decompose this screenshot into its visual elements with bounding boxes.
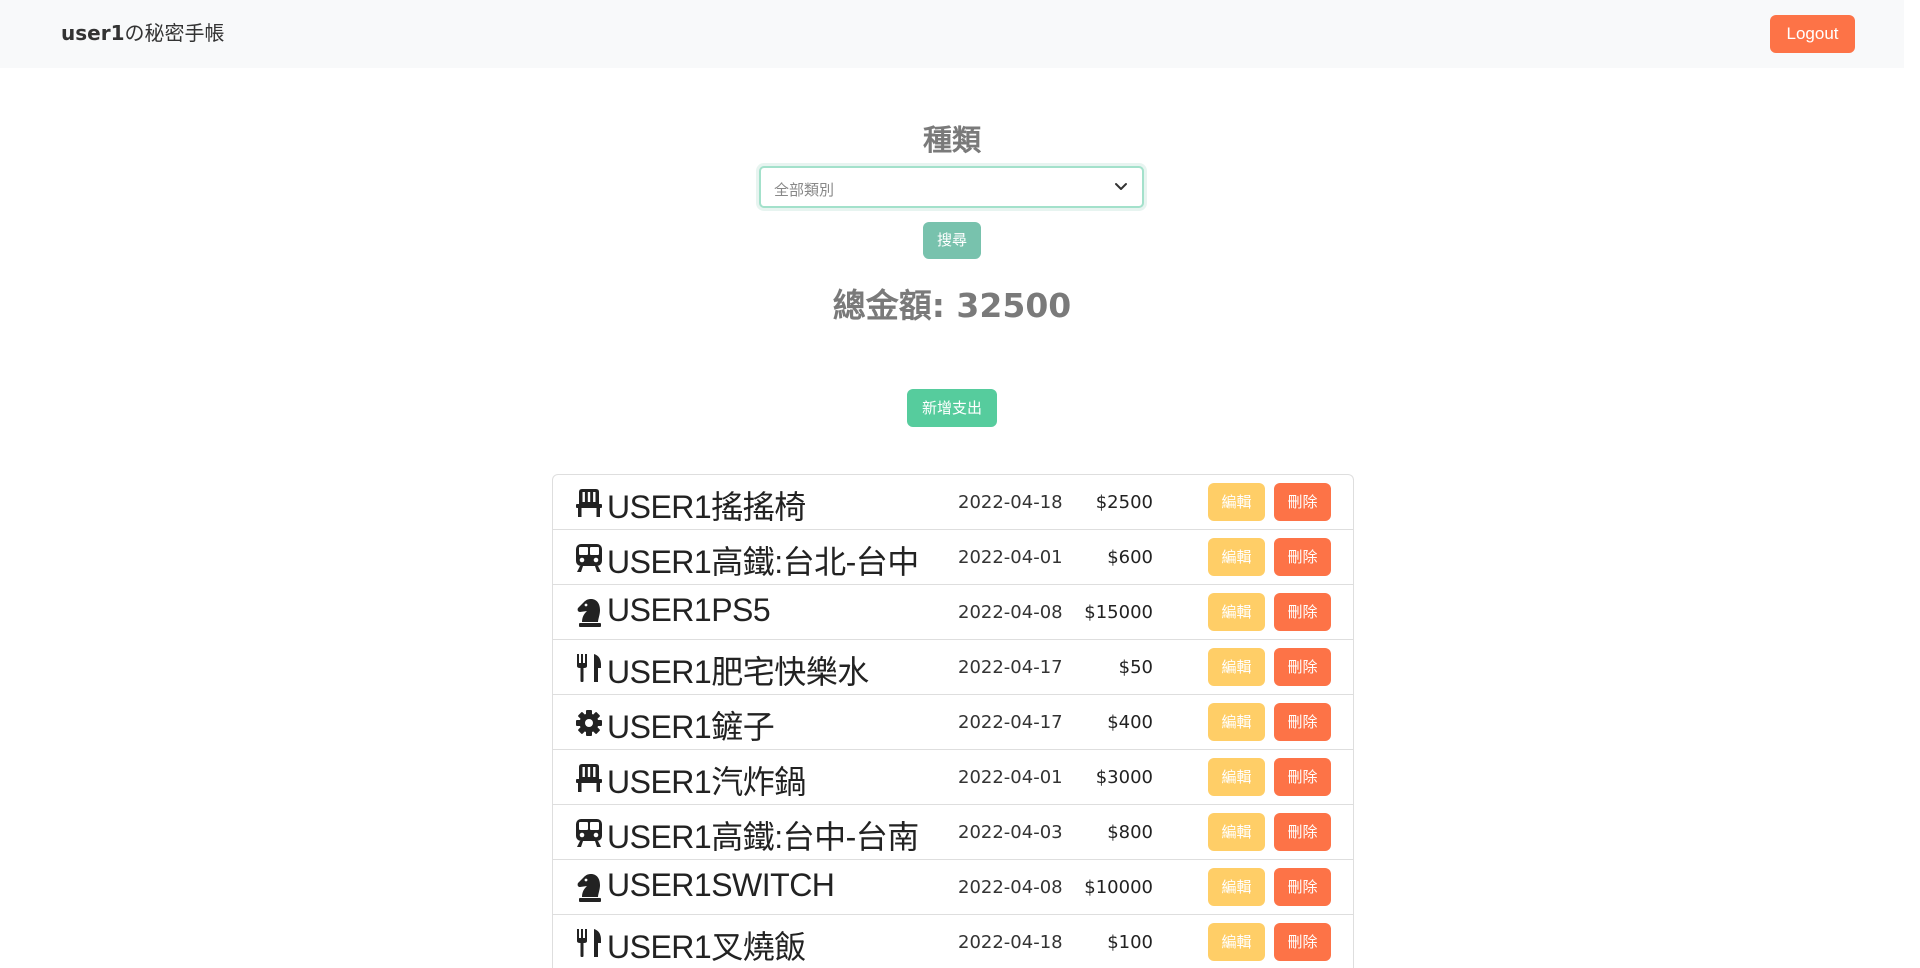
delete-button[interactable]: 刪除 xyxy=(1274,813,1331,851)
expense-date: 2022-04-18 xyxy=(958,492,1063,513)
expense-amount: $3000 xyxy=(1095,767,1153,788)
expense-date: 2022-04-18 xyxy=(958,932,1063,953)
edit-button[interactable]: 編輯 xyxy=(1208,813,1265,851)
add-expense-button[interactable]: 新增支出 xyxy=(907,389,997,427)
expense-row: USER1高鐵:台北-台中 2022-04-01 $600 編輯 刪除 xyxy=(553,530,1353,585)
expense-date: 2022-04-01 xyxy=(958,767,1063,788)
expense-list: USER1搖搖椅 2022-04-18 $2500 編輯 刪除 USER1高鐵:台北-台… xyxy=(552,474,1354,968)
utensils-icon xyxy=(575,928,603,958)
expense-date: 2022-04-17 xyxy=(958,712,1063,733)
total-amount: 總金額: 32500 xyxy=(832,286,1072,325)
category-select[interactable]: 全部類別 xyxy=(759,166,1144,208)
delete-button[interactable]: 刪除 xyxy=(1274,648,1331,686)
page: user1の秘密手帳 Logout 種類 全部類別 搜尋 總金額: 32500 … xyxy=(0,0,1904,968)
expense-amount: $100 xyxy=(1107,932,1153,953)
expense-name: USER1汽炸鍋 xyxy=(607,764,806,800)
edit-button[interactable]: 編輯 xyxy=(1208,868,1265,906)
expense-date: 2022-04-01 xyxy=(958,547,1063,568)
chevron-down-icon xyxy=(1115,183,1127,190)
expense-amount: $400 xyxy=(1107,712,1153,733)
edit-button[interactable]: 編輯 xyxy=(1208,593,1265,631)
expense-date: 2022-04-08 xyxy=(958,602,1063,623)
expense-row: USER1高鐵:台中-台南 2022-04-03 $800 編輯 刪除 xyxy=(553,805,1353,860)
edit-button[interactable]: 編輯 xyxy=(1208,648,1265,686)
chess-knight-icon xyxy=(575,873,603,903)
expense-date: 2022-04-03 xyxy=(958,822,1063,843)
edit-button[interactable]: 編輯 xyxy=(1208,703,1265,741)
expense-amount: $10000 xyxy=(1084,877,1153,898)
train-icon xyxy=(575,818,603,848)
delete-button[interactable]: 刪除 xyxy=(1274,758,1331,796)
brand[interactable]: user1の秘密手帳 xyxy=(61,17,225,46)
search-button[interactable]: 搜尋 xyxy=(923,222,981,259)
delete-button[interactable]: 刪除 xyxy=(1274,593,1331,631)
expense-amount: $2500 xyxy=(1095,492,1153,513)
expense-name: USER1鏟子 xyxy=(607,709,775,745)
navbar: user1の秘密手帳 Logout xyxy=(0,0,1904,68)
expense-row: USER1PS5 2022-04-08 $15000 編輯 刪除 xyxy=(553,585,1353,640)
brand-user: user1 xyxy=(61,21,125,45)
utensils-icon xyxy=(575,653,603,683)
logout-button[interactable]: Logout xyxy=(1770,15,1855,53)
expense-name: USER1高鐵:台中-台南 xyxy=(607,819,919,855)
expense-amount: $800 xyxy=(1107,822,1153,843)
expense-amount: $15000 xyxy=(1084,602,1153,623)
chair-icon xyxy=(575,763,603,793)
edit-button[interactable]: 編輯 xyxy=(1208,483,1265,521)
gear-icon xyxy=(575,708,603,738)
expense-row: USER1叉燒飯 2022-04-18 $100 編輯 刪除 xyxy=(553,915,1353,968)
edit-button[interactable]: 編輯 xyxy=(1208,923,1265,961)
expense-date: 2022-04-17 xyxy=(958,657,1063,678)
category-title: 種類 xyxy=(922,123,981,157)
expense-row: USER1汽炸鍋 2022-04-01 $3000 編輯 刪除 xyxy=(553,750,1353,805)
edit-button[interactable]: 編輯 xyxy=(1208,758,1265,796)
chair-icon xyxy=(575,488,603,518)
brand-suffix: の秘密手帳 xyxy=(124,21,225,45)
expense-amount: $50 xyxy=(1118,657,1153,678)
expense-date: 2022-04-08 xyxy=(958,877,1063,898)
expense-row: USER1搖搖椅 2022-04-18 $2500 編輯 刪除 xyxy=(553,475,1353,530)
expense-row: USER1鏟子 2022-04-17 $400 編輯 刪除 xyxy=(553,695,1353,750)
expense-name: USER1高鐵:台北-台中 xyxy=(607,544,919,580)
expense-name: USER1肥宅快樂水 xyxy=(607,654,869,690)
expense-name: USER1搖搖椅 xyxy=(607,489,806,525)
expense-row: USER1SWITCH 2022-04-08 $10000 編輯 刪除 xyxy=(553,860,1353,915)
expense-name: USER1叉燒飯 xyxy=(607,929,806,965)
delete-button[interactable]: 刪除 xyxy=(1274,923,1331,961)
expense-amount: $600 xyxy=(1107,547,1153,568)
chess-knight-icon xyxy=(575,598,603,628)
train-icon xyxy=(575,543,603,573)
expense-row: USER1肥宅快樂水 2022-04-17 $50 編輯 刪除 xyxy=(553,640,1353,695)
edit-button[interactable]: 編輯 xyxy=(1208,538,1265,576)
delete-button[interactable]: 刪除 xyxy=(1274,483,1331,521)
delete-button[interactable]: 刪除 xyxy=(1274,868,1331,906)
delete-button[interactable]: 刪除 xyxy=(1274,538,1331,576)
delete-button[interactable]: 刪除 xyxy=(1274,703,1331,741)
category-select-value: 全部類別 xyxy=(774,181,835,199)
expense-name: USER1SWITCH xyxy=(607,867,835,903)
expense-name: USER1PS5 xyxy=(607,592,771,628)
